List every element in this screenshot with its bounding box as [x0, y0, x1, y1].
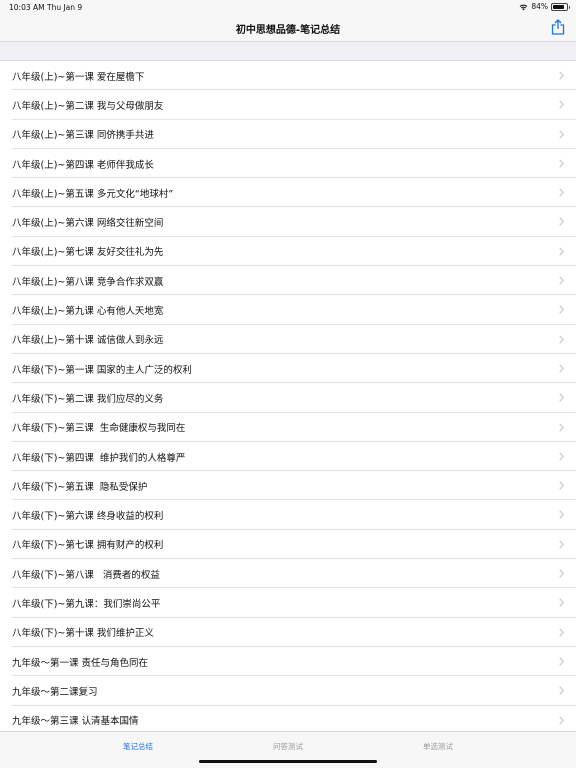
- chevron-right-icon: [559, 305, 564, 315]
- list-item-label: 八年级(上)~第七课 友好交往礼为先: [12, 247, 164, 259]
- list-item-label: 八年级(下)~第九课：我们崇尚公平: [12, 598, 161, 610]
- list-item[interactable]: 八年级(下)~第三课 生命健康权与我同在: [0, 413, 576, 443]
- chevron-right-icon: [559, 364, 564, 373]
- list-item[interactable]: 八年级(上)~第四课 老师伴我成长: [0, 149, 576, 179]
- list-item[interactable]: 九年级～第一课 责任与角色同在: [0, 647, 576, 677]
- chevron-right-icon: [559, 393, 564, 402]
- list-item[interactable]: 八年级(下)~第五课 隐私受保护: [0, 471, 576, 501]
- list-item[interactable]: 八年级(上)~第十课 诚信做人到永远: [0, 325, 576, 355]
- lesson-list: 八年级(上)~第一课 爱在屋檐下八年级(上)~第二课 我与父母做朋友 八年级(上)…: [0, 61, 576, 731]
- list-item-label: 八年级(上)~第十课 诚信做人到永远: [12, 335, 164, 347]
- list-item[interactable]: 八年级(下)~第八课 消费者的权益: [0, 559, 576, 589]
- list-item-label: 八年级(上)~第二课 我与父母做朋友: [12, 100, 164, 112]
- list-item-label: 八年级(上)~第八课 竞争合作求双赢: [12, 276, 164, 288]
- status-bar: 10:03 AM Thu Jan 9 84%: [0, 0, 576, 14]
- list-item-label: 八年级(下)~第一课 国家的主人广泛的权利: [12, 364, 192, 376]
- list-item-label: 八年级(上)~第九课 心有他人天地宽: [12, 306, 164, 318]
- list-item-label: 八年级(下)~第二课 我们应尽的义务: [12, 393, 164, 405]
- chevron-right-icon: [559, 71, 564, 80]
- navigation-bar: 初中思想品德-笔记总结: [0, 14, 576, 42]
- chevron-right-icon: [559, 481, 564, 490]
- battery-fill: [553, 4, 564, 9]
- list-item-label: 八年级(下)~第八课 消费者的权益: [12, 569, 160, 581]
- chevron-right-icon: [559, 686, 564, 695]
- list-item[interactable]: 八年级(上)~第六课 网络交往新空间: [0, 207, 576, 238]
- chevron-right-icon: [559, 598, 564, 608]
- list-item[interactable]: 八年级(上)~第九课 心有他人天地宽: [0, 295, 576, 325]
- chevron-right-icon: [559, 422, 564, 432]
- list-item-label: 八年级(下)~第七课 拥有财产的权利: [12, 540, 164, 552]
- list-item-label: 八年级(上)~第三课 同侪携手共进: [12, 130, 154, 142]
- chevron-right-icon: [559, 657, 564, 666]
- chevron-right-icon: [559, 100, 564, 109]
- chevron-right-icon: [559, 129, 564, 139]
- list-item[interactable]: 八年级(下)~第七课 拥有财产的权利: [0, 530, 576, 560]
- list-item-label: 八年级(下)~第三课 生命健康权与我同在: [12, 423, 186, 435]
- list-item-label: 九年级～第三课 认清基本国情: [12, 716, 139, 728]
- chevron-right-icon: [559, 276, 564, 285]
- tab-single-choice-test[interactable]: 单选测试: [342, 741, 534, 752]
- chevron-right-icon: [559, 334, 564, 344]
- list-item[interactable]: 八年级(下)~第四课 维护我们的人格尊严: [0, 442, 576, 472]
- list-item-label: 八年级(上)~第一课 爱在屋檐下: [12, 71, 145, 83]
- chevron-right-icon: [559, 217, 564, 227]
- list-item[interactable]: 八年级(下)~第二课 我们应尽的义务: [0, 383, 576, 413]
- page-title: 初中思想品德-笔记总结: [235, 25, 341, 36]
- chevron-right-icon: [559, 510, 564, 520]
- list-item[interactable]: 八年级(下)~第六课 终身收益的权利: [0, 500, 576, 531]
- section-header-gap: [0, 42, 576, 61]
- list-item[interactable]: 八年级(上)~第五课 多元文化“地球村”: [0, 178, 576, 208]
- list-item[interactable]: 八年级(下)~第九课：我们崇尚公平: [0, 588, 576, 618]
- chevron-right-icon: [559, 627, 564, 637]
- chevron-right-icon: [559, 159, 564, 168]
- chevron-right-icon: [559, 188, 564, 197]
- list-item-label: 八年级(上)~第六课 网络交往新空间: [12, 218, 164, 230]
- wifi-icon: [519, 4, 528, 10]
- list-item-label: 八年级(下)~第十课 我们维护正义: [12, 628, 154, 640]
- list-item-label: 九年级～第二课复习: [12, 686, 98, 698]
- list-item[interactable]: 九年级～第二课复习: [0, 676, 576, 706]
- status-indicators: 84%: [519, 2, 570, 11]
- share-icon[interactable]: [551, 19, 565, 35]
- list-item[interactable]: 八年级(上)~第八课 竞争合作求双赢: [0, 266, 576, 296]
- list-item-label: 八年级(上)~第四课 老师伴我成长: [12, 159, 154, 171]
- chevron-right-icon: [559, 715, 564, 725]
- chevron-right-icon: [559, 569, 564, 578]
- list-item-label: 八年级(下)~第五课 隐私受保护: [12, 481, 148, 493]
- chevron-right-icon: [559, 540, 564, 549]
- list-item-label: 八年级(下)~第六课 终身收益的权利: [12, 511, 164, 523]
- battery-percent: 84%: [531, 2, 548, 11]
- list-item-label: 八年级(下)~第四课 维护我们的人格尊严: [12, 452, 186, 464]
- list-item[interactable]: 八年级(上)~第三课 同侪携手共进: [0, 120, 576, 150]
- chevron-right-icon: [559, 247, 564, 256]
- status-time: 10:03 AM: [9, 3, 45, 12]
- home-indicator: [199, 760, 377, 763]
- list-item-label: 八年级(上)~第五课 多元文化“地球村”: [12, 188, 174, 200]
- list-item[interactable]: 八年级(下)~第十课 我们维护正义: [0, 618, 576, 648]
- list-item[interactable]: 八年级(上)~第一课 爱在屋檐下: [0, 61, 576, 91]
- list-item[interactable]: 九年级～第三课 认清基本国情: [0, 706, 576, 731]
- list-item[interactable]: 八年级(上)~第七课 友好交往礼为先: [0, 237, 576, 267]
- chevron-right-icon: [559, 452, 564, 461]
- battery-icon: [551, 2, 570, 11]
- status-date: Thu Jan 9: [47, 3, 83, 12]
- list-item[interactable]: 八年级(下)~第一课 国家的主人广泛的权利: [0, 354, 576, 384]
- list-item-label: 九年级～第一课 责任与角色同在: [12, 657, 149, 669]
- list-item[interactable]: 八年级(上)~第二课 我与父母做朋友: [0, 90, 576, 120]
